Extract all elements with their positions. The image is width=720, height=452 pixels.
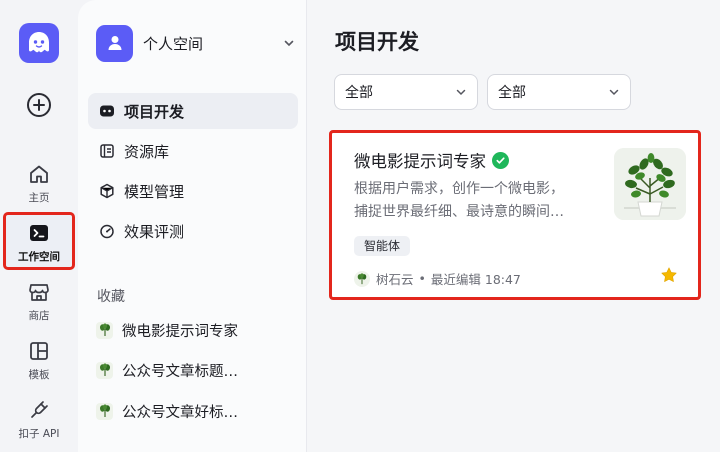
favorite-label: 公众号文章标题… xyxy=(122,363,238,380)
template-icon xyxy=(27,339,51,363)
card-tag: 智能体 xyxy=(354,236,411,256)
card-title: 微电影提示词专家 xyxy=(354,152,486,171)
plug-icon xyxy=(27,398,51,422)
user-icon xyxy=(96,24,133,62)
favorite-label: 公众号文章好标… xyxy=(122,404,238,421)
favorites-title: 收藏 xyxy=(97,289,125,305)
plant-avatar-icon xyxy=(96,361,113,379)
plant-avatar-icon xyxy=(96,321,113,339)
rail-item-workspace[interactable]: 工作空间 xyxy=(3,212,75,270)
rail-item-label: 扣子 API xyxy=(18,428,60,440)
rail-item-home[interactable]: 主页 xyxy=(6,156,72,208)
nav-item-label: 效果评测 xyxy=(124,222,185,241)
card-description-line: 捕捉世界最纤细、最诗意的瞬间… xyxy=(354,204,564,220)
rail-item-label: 商店 xyxy=(28,310,50,322)
chevron-down-icon xyxy=(606,84,622,100)
nav-item-library[interactable]: 资源库 xyxy=(88,133,298,169)
chevron-down-icon xyxy=(453,84,469,100)
space-name: 个人空间 xyxy=(143,34,204,53)
main-content: 项目开发 全部 全部 微电影提示词专家 根据用户需求，创作一个微电影， 捕捉世界… xyxy=(307,0,720,452)
page-title: 项目开发 xyxy=(335,30,419,54)
card-description: 根据用户需求，创作一个微电影， 捕捉世界最纤细、最诗意的瞬间… xyxy=(354,178,602,224)
chevron-down-icon xyxy=(284,40,294,47)
terminal-icon xyxy=(27,221,51,245)
bot-icon xyxy=(98,102,116,120)
rail-item-store[interactable]: 商店 xyxy=(6,274,72,326)
nav-item-label: 模型管理 xyxy=(124,182,185,201)
gauge-icon xyxy=(98,222,116,240)
home-icon xyxy=(27,162,51,186)
rail-item-label: 模板 xyxy=(28,369,50,381)
card-meta: 树石云 • 最近编辑 18:47 xyxy=(354,269,521,288)
favorite-item[interactable]: 公众号文章好标… xyxy=(96,399,296,423)
card-title-row: 微电影提示词专家 xyxy=(354,148,509,172)
create-button[interactable] xyxy=(27,93,51,117)
cube-icon xyxy=(98,182,116,200)
plant-avatar-icon xyxy=(96,402,113,420)
author-avatar-icon xyxy=(354,270,370,287)
space-switcher[interactable]: 个人空间 xyxy=(96,24,296,62)
favorite-star-icon[interactable] xyxy=(660,266,678,284)
nav-item-model-management[interactable]: 模型管理 xyxy=(88,173,298,209)
rail-item-api[interactable]: 扣子 API xyxy=(6,392,72,444)
card-description-line: 根据用户需求，创作一个微电影， xyxy=(354,181,564,197)
nav-item-label: 资源库 xyxy=(124,142,170,161)
verified-check-icon xyxy=(492,151,509,169)
select-value: 全部 xyxy=(345,85,373,101)
nav-item-label: 项目开发 xyxy=(124,102,185,121)
card-edited-time: 最近编辑 18:47 xyxy=(430,272,521,287)
rail-item-label: 工作空间 xyxy=(18,251,60,263)
left-rail: 主页 工作空间 商店 模板 扣子 API xyxy=(0,0,78,452)
favorite-item[interactable]: 公众号文章标题… xyxy=(96,358,296,382)
favorite-label: 微电影提示词专家 xyxy=(122,323,238,340)
rail-item-label: 主页 xyxy=(28,192,50,204)
coze-logo-icon[interactable] xyxy=(19,23,59,63)
store-icon xyxy=(27,280,51,304)
workspace-panel: 个人空间 项目开发 资源库 模型管理 效果评测 收藏 微电影提示词专家 公众号文… xyxy=(78,0,307,452)
meta-separator: • xyxy=(418,271,426,286)
filter-select-status[interactable]: 全部 xyxy=(487,74,631,110)
nav-item-evaluation[interactable]: 效果评测 xyxy=(88,213,298,249)
favorite-item[interactable]: 微电影提示词专家 xyxy=(96,318,296,342)
filter-select-type[interactable]: 全部 xyxy=(334,74,478,110)
select-value: 全部 xyxy=(498,85,526,101)
library-icon xyxy=(98,142,116,160)
rail-item-template[interactable]: 模板 xyxy=(6,333,72,385)
card-plant-image xyxy=(614,148,686,220)
card-author: 树石云 xyxy=(376,272,414,287)
project-card[interactable]: 微电影提示词专家 根据用户需求，创作一个微电影， 捕捉世界最纤细、最诗意的瞬间…… xyxy=(329,130,701,300)
plus-icon xyxy=(33,99,45,111)
nav-item-project-dev[interactable]: 项目开发 xyxy=(88,93,298,129)
